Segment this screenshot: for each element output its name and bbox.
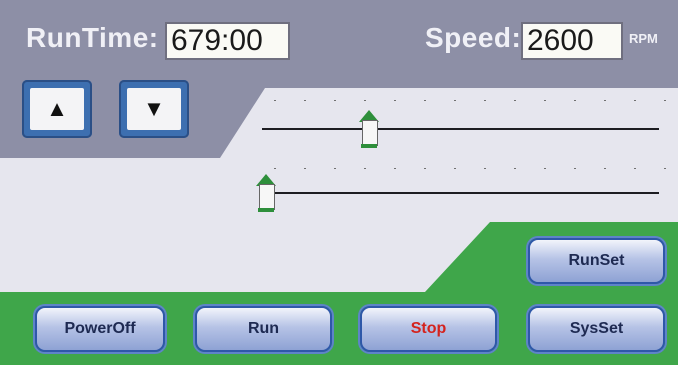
hmi-screen: RunTime: 679:00 Speed: 2600 RPM ▲ ▼ RunS… — [0, 0, 678, 365]
slider-lower-track[interactable] — [262, 192, 659, 194]
speed-unit: RPM — [629, 31, 658, 46]
up-arrow-icon: ▲ — [30, 88, 84, 130]
slider-lower-ticks — [260, 167, 670, 169]
poweroff-button[interactable]: PowerOff — [35, 306, 165, 352]
runtime-label: RunTime: — [26, 22, 159, 53]
slider-upper-ticks — [260, 99, 670, 101]
runtime-value: 679:00 — [165, 22, 290, 60]
slider-lower-thumb[interactable] — [256, 174, 276, 212]
sysset-button[interactable]: SysSet — [528, 306, 665, 352]
down-arrow-icon: ▼ — [127, 88, 181, 130]
slider-upper-thumb[interactable] — [359, 110, 380, 148]
run-button[interactable]: Run — [195, 306, 332, 352]
speed-value[interactable]: 2600 — [521, 22, 623, 60]
slider-upper-track[interactable] — [262, 128, 659, 130]
runset-button[interactable]: RunSet — [528, 238, 665, 284]
stop-button[interactable]: Stop — [360, 306, 497, 352]
speed-label: Speed: — [425, 22, 522, 53]
up-button[interactable]: ▲ — [22, 80, 92, 138]
down-button[interactable]: ▼ — [119, 80, 189, 138]
